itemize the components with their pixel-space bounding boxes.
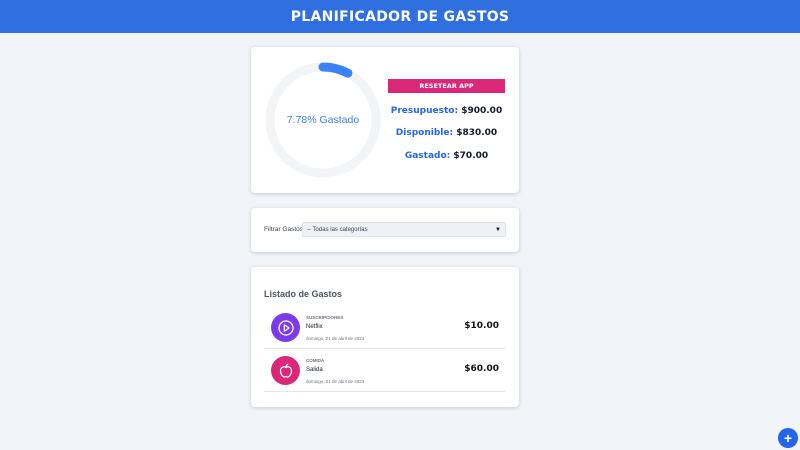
filter-card: Filtrar Gastos -- Todas las categorías ▼ (251, 208, 519, 252)
budget-value: $900.00 (461, 106, 503, 116)
filter-label: Filtrar Gastos (264, 226, 304, 233)
available-stat: Disponible: $830.00 (388, 128, 505, 138)
spent-label: Gastado: (404, 151, 451, 161)
progress-label: 7.78% Gastado (286, 114, 360, 126)
expense-category: COMIDA (306, 358, 325, 363)
expense-item[interactable]: COMIDA Salida domingo, 21 de abril de 20… (264, 350, 505, 392)
category-filter-select[interactable]: -- Todas las categorías ▼ (302, 222, 506, 237)
expense-category: SUSCRIPCIONES (306, 315, 344, 320)
play-icon (271, 313, 300, 342)
budget-card: 7.78% Gastado RESETEAR APP Presupuesto: … (251, 47, 519, 193)
expense-name: Salida (306, 367, 323, 373)
available-label: Disponible: (395, 128, 454, 138)
expense-date: domingo, 21 de abril de 2024 (306, 336, 365, 341)
expense-name: Netflix (306, 324, 323, 330)
expense-date: domingo, 21 de abril de 2024 (306, 379, 365, 384)
app-header: PLANIFICADOR DE GASTOS (0, 0, 800, 33)
available-value: $830.00 (456, 128, 498, 138)
app-title: PLANIFICADOR DE GASTOS (290, 8, 510, 25)
reset-app-button[interactable]: RESETEAR APP (388, 79, 505, 93)
list-title: Listado de Gastos (264, 289, 343, 299)
spent-stat: Gastado: $70.00 (388, 151, 505, 161)
filter-selected-value: -- Todas las categorías (307, 226, 368, 233)
chevron-down-icon: ▼ (495, 226, 501, 233)
expense-amount: $60.00 (464, 364, 499, 374)
expense-amount: $10.00 (464, 321, 499, 331)
budget-stat: Presupuesto: $900.00 (388, 106, 505, 116)
expense-item[interactable]: SUSCRIPCIONES Netflix domingo, 21 de abr… (264, 307, 505, 349)
add-expense-button[interactable]: + (778, 428, 798, 448)
spent-value: $70.00 (453, 151, 489, 161)
apple-icon (271, 356, 300, 385)
budget-label: Presupuesto: (390, 106, 459, 116)
expense-list-card: Listado de Gastos SUSCRIPCIONES Netflix … (251, 267, 519, 407)
